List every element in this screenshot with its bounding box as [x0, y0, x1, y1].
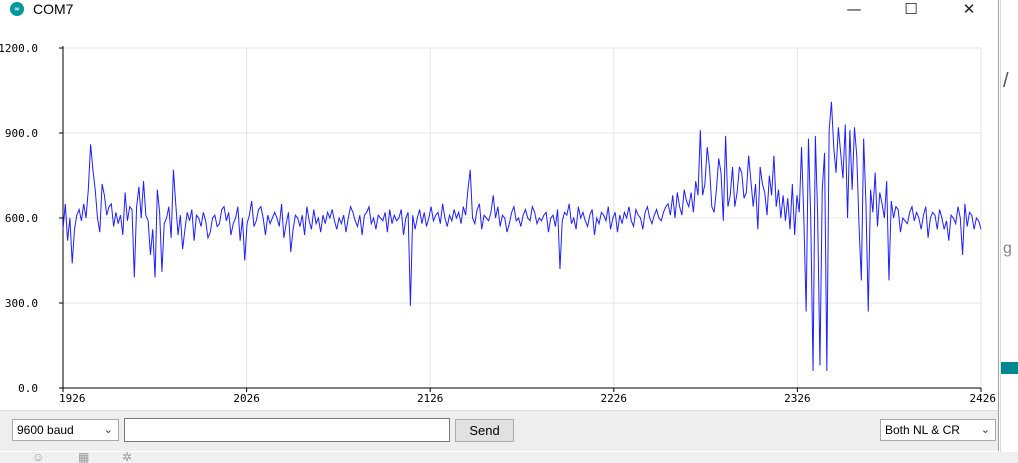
line-ending-select[interactable]: Both NL & CR ⌄ — [880, 419, 996, 441]
title-bar[interactable]: ∞ COM7 — ☐ ✕ — [0, 0, 998, 18]
line-chart: 0.0 300.0 600.0 900.0 1200.0 1926 2026 2126 2226… — [0, 42, 997, 405]
window-title: COM7 — [33, 1, 74, 17]
x-tick-label: 2026 — [233, 392, 260, 405]
background-text-fragment: / — [1003, 70, 1009, 92]
background-app-window: / g — [1000, 0, 1018, 463]
bottom-toolbar: 9600 baud ⌄ Send Both NL & CR ⌄ — [0, 410, 998, 451]
y-tick-label: 0.0 — [18, 382, 38, 395]
background-accent-bar — [1001, 362, 1018, 374]
send-button[interactable]: Send — [455, 419, 514, 442]
series-line — [62, 101, 982, 372]
y-tick-label: 300.0 — [5, 297, 38, 310]
x-tick-label: 2426 — [970, 392, 997, 405]
y-tick-label: 900.0 — [5, 127, 38, 140]
maximize-button[interactable]: ☐ — [888, 0, 934, 18]
chevron-down-icon: ⌄ — [980, 423, 990, 436]
baud-rate-value: 9600 baud — [17, 423, 74, 437]
arduino-icon: ∞ — [10, 2, 24, 16]
minimize-button[interactable]: — — [831, 0, 877, 18]
y-tick-label: 600.0 — [5, 212, 38, 225]
x-tick-label: 2226 — [601, 392, 628, 405]
message-input[interactable] — [124, 418, 450, 442]
gear-icon: ✲ — [122, 452, 133, 463]
close-button[interactable]: ✕ — [946, 0, 992, 18]
grid-icon: ▦ — [78, 452, 90, 463]
line-ending-value: Both NL & CR — [885, 423, 960, 437]
x-tick-label: 2126 — [417, 392, 444, 405]
plot-area: 0.0 300.0 600.0 900.0 1200.0 1926 2026 2126 2226… — [0, 18, 998, 410]
x-tick-label: 2326 — [784, 392, 811, 405]
baud-rate-select[interactable]: 9600 baud ⌄ — [12, 419, 119, 441]
x-tick-label: 1926 — [59, 392, 86, 405]
background-text-fragment: g — [1003, 240, 1012, 257]
y-tick-label: 1200.0 — [0, 42, 38, 55]
emoji-icon: ☺ — [32, 452, 45, 463]
background-taskbar: ☺ ▦ ✲ — [0, 452, 1018, 463]
chevron-down-icon: ⌄ — [103, 423, 113, 436]
serial-plotter-window: ∞ COM7 — ☐ ✕ 0.0 300.0 600.0 900.0 1200.0 192… — [0, 0, 999, 451]
